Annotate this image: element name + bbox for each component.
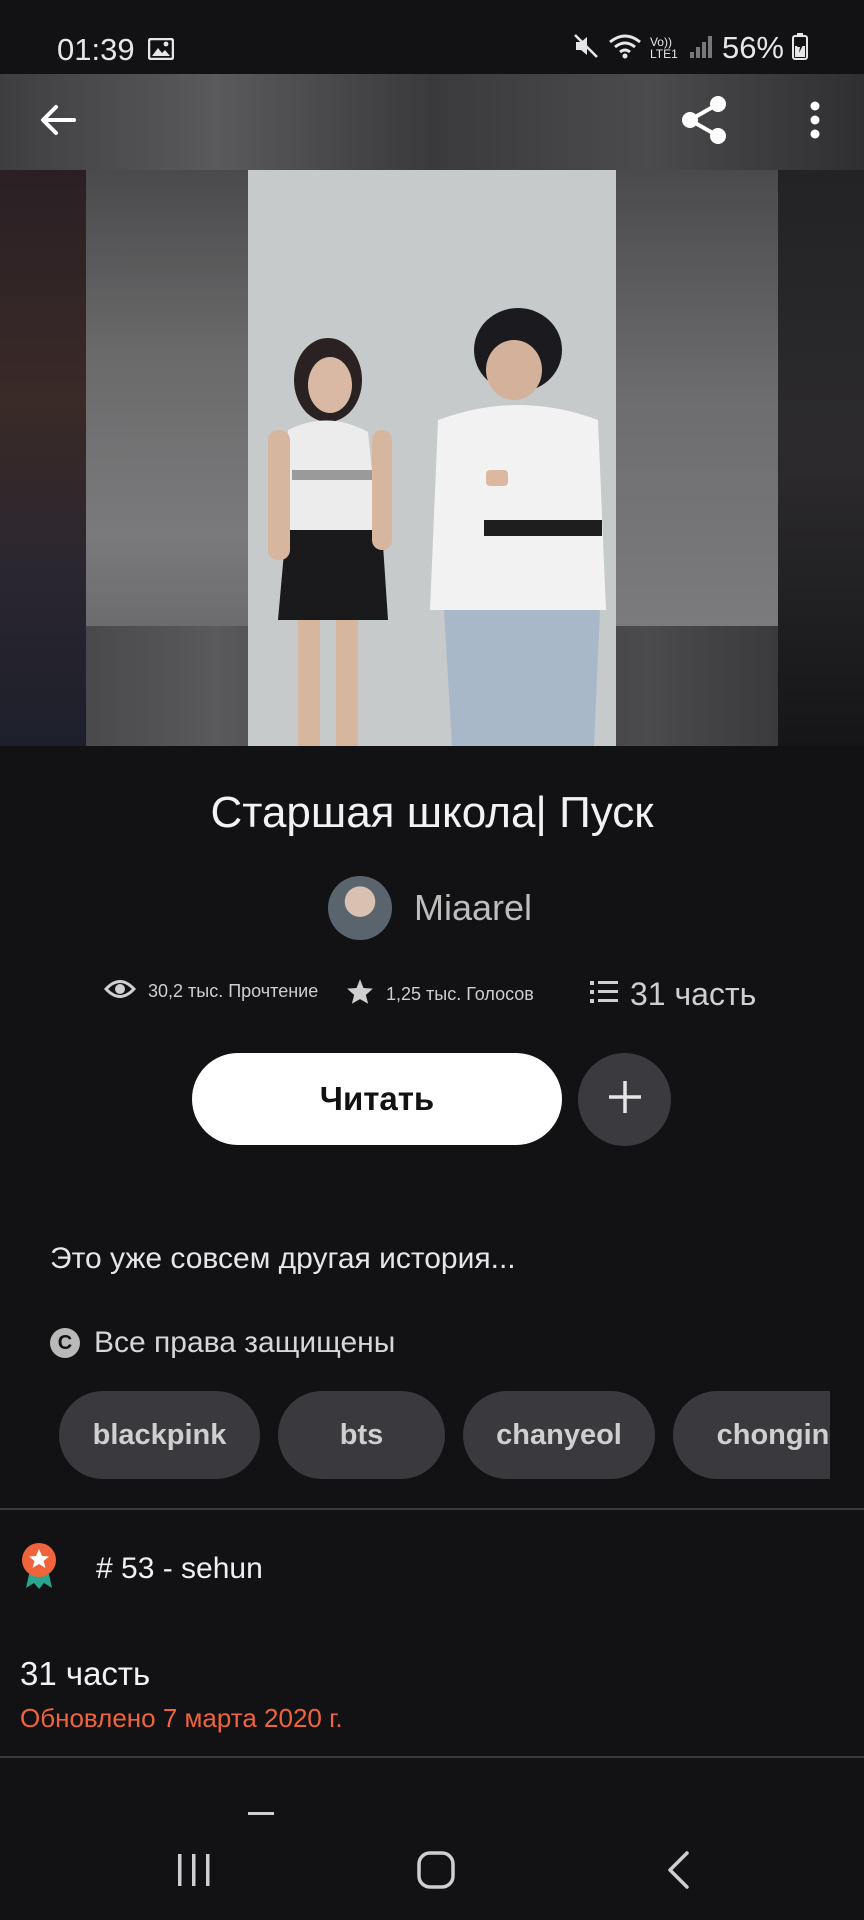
- ranking-row[interactable]: # 53 - sehun: [20, 1542, 263, 1595]
- votes-count: 1,25 тыс. Голосов: [386, 983, 534, 1004]
- tags-row[interactable]: blackpink bts chanyeol chongin: [0, 1391, 830, 1479]
- author-name[interactable]: Miaarel: [414, 887, 532, 929]
- tag-chip[interactable]: blackpink: [59, 1391, 260, 1479]
- eye-icon: [103, 978, 137, 1005]
- votes-stat: 1,25 тыс. Голосов: [346, 978, 534, 1010]
- wifi-icon: [608, 32, 642, 65]
- list-icon: [590, 976, 618, 1013]
- more-options-button[interactable]: [790, 90, 840, 154]
- add-to-library-button[interactable]: [578, 1053, 671, 1146]
- share-button[interactable]: [672, 90, 736, 154]
- signal-icon: [688, 32, 714, 65]
- author-avatar[interactable]: [328, 876, 392, 940]
- home-button[interactable]: [396, 1842, 476, 1902]
- arrow-left-icon: [40, 104, 76, 141]
- story-cover-image: [248, 170, 616, 746]
- back-icon: [665, 1850, 691, 1895]
- recents-button[interactable]: [154, 1842, 234, 1902]
- story-description: Это уже совсем другая история...: [50, 1242, 516, 1275]
- battery-icon: [792, 32, 808, 65]
- story-title: Старшая школа| Пуск: [210, 788, 654, 837]
- cover-thumbnail-next[interactable]: [616, 170, 778, 626]
- tag-chip[interactable]: chongin: [673, 1391, 830, 1479]
- tag-chip[interactable]: chanyeol: [463, 1391, 655, 1479]
- network-label: Vo)) LTE1: [649, 35, 678, 61]
- recents-icon: [174, 1852, 214, 1893]
- home-icon: [416, 1850, 456, 1895]
- cover-carousel[interactable]: [0, 74, 864, 746]
- copyright-notice: C Все права защищены: [50, 1326, 395, 1360]
- status-icons: Vo)) LTE1 56%: [572, 30, 808, 66]
- plus-icon: [607, 1079, 643, 1120]
- content-peek: [248, 1812, 274, 1822]
- parts-count: 31 часть: [630, 976, 757, 1012]
- parts-stat[interactable]: 31 часть: [590, 976, 756, 1013]
- gallery-icon: [147, 37, 175, 65]
- read-button[interactable]: Читать: [192, 1053, 562, 1145]
- table-of-contents-title[interactable]: 31 часть: [20, 1655, 150, 1693]
- back-button[interactable]: [28, 94, 88, 150]
- tag-chip[interactable]: bts: [278, 1391, 445, 1479]
- status-time: 01:39: [57, 32, 135, 67]
- status-bar: 01:39 Vo)) LTE1 56%: [0, 0, 864, 74]
- star-icon: [346, 978, 374, 1010]
- system-navigation-bar: [0, 1822, 864, 1920]
- copyright-text: Все права защищены: [94, 1326, 396, 1359]
- section-divider: [0, 1508, 864, 1510]
- cover-toolbar: [0, 74, 864, 170]
- cover-thumbnail-prev[interactable]: [86, 170, 248, 626]
- author-link[interactable]: Miaarel: [328, 876, 532, 940]
- system-back-button[interactable]: [638, 1842, 718, 1902]
- share-icon: [678, 94, 730, 151]
- reads-stat: 30,2 тыс. Прочтение: [103, 978, 319, 1005]
- copyright-icon: C: [50, 1328, 80, 1358]
- mute-icon: [572, 32, 600, 65]
- last-updated-text: Обновлено 7 марта 2020 г.: [20, 1703, 343, 1733]
- more-vertical-icon: [809, 100, 821, 145]
- award-badge-icon: [20, 1542, 58, 1595]
- battery-percent: 56%: [721, 30, 784, 65]
- section-divider: [0, 1756, 864, 1758]
- ranking-text: # 53 - sehun: [96, 1551, 263, 1585]
- story-stats: 30,2 тыс. Прочтение 1,25 тыс. Голосов 31…: [0, 976, 864, 1026]
- reads-count: 30,2 тыс. Прочтение: [148, 981, 319, 1001]
- cover-thumbnail-next-far[interactable]: [778, 170, 864, 746]
- cover-thumbnail-prev-far[interactable]: [0, 170, 86, 746]
